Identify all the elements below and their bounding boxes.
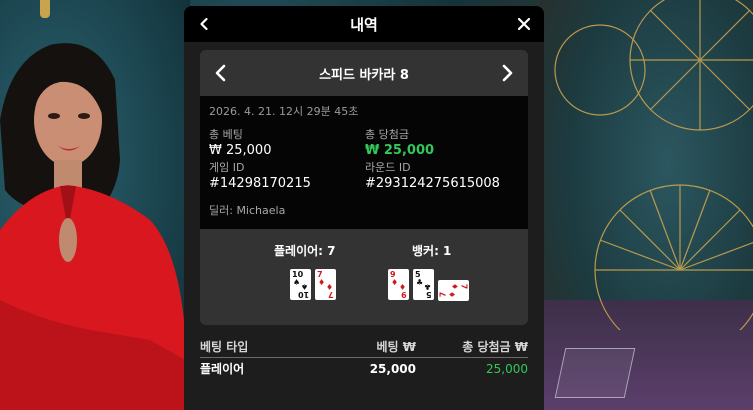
bet-table: 베팅 타입 베팅 ₩ 총 당첨금 ₩ 플레이어 25,000 25,000 — [200, 336, 528, 379]
total-win-label: 총 당첨금 — [365, 128, 409, 141]
banker-cards: 9 ♦ 9 ♦ 5 ♣ 5 ♣ 7 ♦ 7 ♦ — [388, 269, 469, 301]
gold-sunburst-decoration — [554, 0, 753, 330]
playing-card-third: 7 ♦ 7 ♦ — [438, 280, 469, 301]
game-id-value: #14298170215 — [209, 176, 311, 191]
table-row: 플레이어 25,000 25,000 — [200, 358, 528, 379]
player-score: 플레이어: 7 — [274, 244, 336, 258]
back-button[interactable] — [186, 6, 222, 42]
win-amount-header: 총 당첨금 ₩ — [462, 340, 528, 354]
panel-header: 내역 — [184, 6, 544, 42]
close-icon — [517, 17, 531, 31]
player-cards: 10 ♠ 10 ♠ 7 ♦ 7 ♦ — [290, 269, 336, 300]
playing-card: 9 ♦ 9 ♦ — [388, 269, 409, 300]
round-navigation: 스피드 바카라 8 — [200, 50, 528, 96]
playing-card: 7 ♦ 7 ♦ — [315, 269, 336, 300]
chevron-left-icon — [215, 64, 226, 82]
playing-card: 10 ♠ 10 ♠ — [290, 269, 311, 300]
chevron-right-icon — [502, 64, 513, 82]
card-shoe-glass — [554, 348, 636, 398]
previous-round-button[interactable] — [206, 58, 236, 88]
round-id-value: #293124275615008 — [365, 176, 500, 191]
round-result: 플레이어: 7 뱅커: 1 10 ♠ 10 ♠ 7 ♦ 7 ♦ 9 ♦ 9 ♦ 5 ♣ — [200, 229, 528, 325]
bet-amount-header: 베팅 ₩ — [376, 340, 417, 354]
close-button[interactable] — [506, 6, 542, 42]
game-id-label: 게임 ID — [209, 161, 245, 174]
banker-score: 뱅커: 1 — [412, 244, 452, 258]
panel-title: 내역 — [350, 15, 378, 34]
round-id-label: 라운드 ID — [365, 161, 411, 174]
dealer-name: 딜러: Michaela — [209, 204, 286, 217]
round-info: 2026. 4. 21. 12시 29분 45초 총 베팅 ₩ 25,000 총… — [200, 96, 528, 229]
bet-type: 플레이어 — [200, 362, 245, 376]
playing-card: 5 ♣ 5 ♣ — [413, 269, 434, 300]
bet-type-header: 베팅 타입 — [200, 340, 249, 354]
history-panel: 내역 스피드 바카라 8 2026. 4. 21. 12시 29분 45초 총 … — [184, 6, 544, 410]
bet-table-header: 베팅 타입 베팅 ₩ 총 당첨금 ₩ — [200, 336, 528, 358]
next-round-button[interactable] — [492, 58, 522, 88]
win-amount: 25,000 — [486, 361, 528, 376]
chevron-left-icon — [200, 17, 208, 31]
round-card: 스피드 바카라 8 2026. 4. 21. 12시 29분 45초 총 베팅 … — [200, 50, 528, 325]
bet-amount: 25,000 — [369, 361, 416, 376]
dealer-figure — [0, 43, 185, 410]
round-summary-grid: 총 베팅 ₩ 25,000 총 당첨금 ₩ 25,000 게임 ID #1429… — [209, 128, 518, 193]
total-bet-value: ₩ 25,000 — [209, 143, 272, 158]
round-timestamp: 2026. 4. 21. 12시 29분 45초 — [209, 105, 359, 118]
game-name: 스피드 바카라 8 — [319, 67, 409, 83]
total-bet-label: 총 베팅 — [209, 128, 243, 141]
total-win-value: ₩ 25,000 — [365, 143, 435, 158]
